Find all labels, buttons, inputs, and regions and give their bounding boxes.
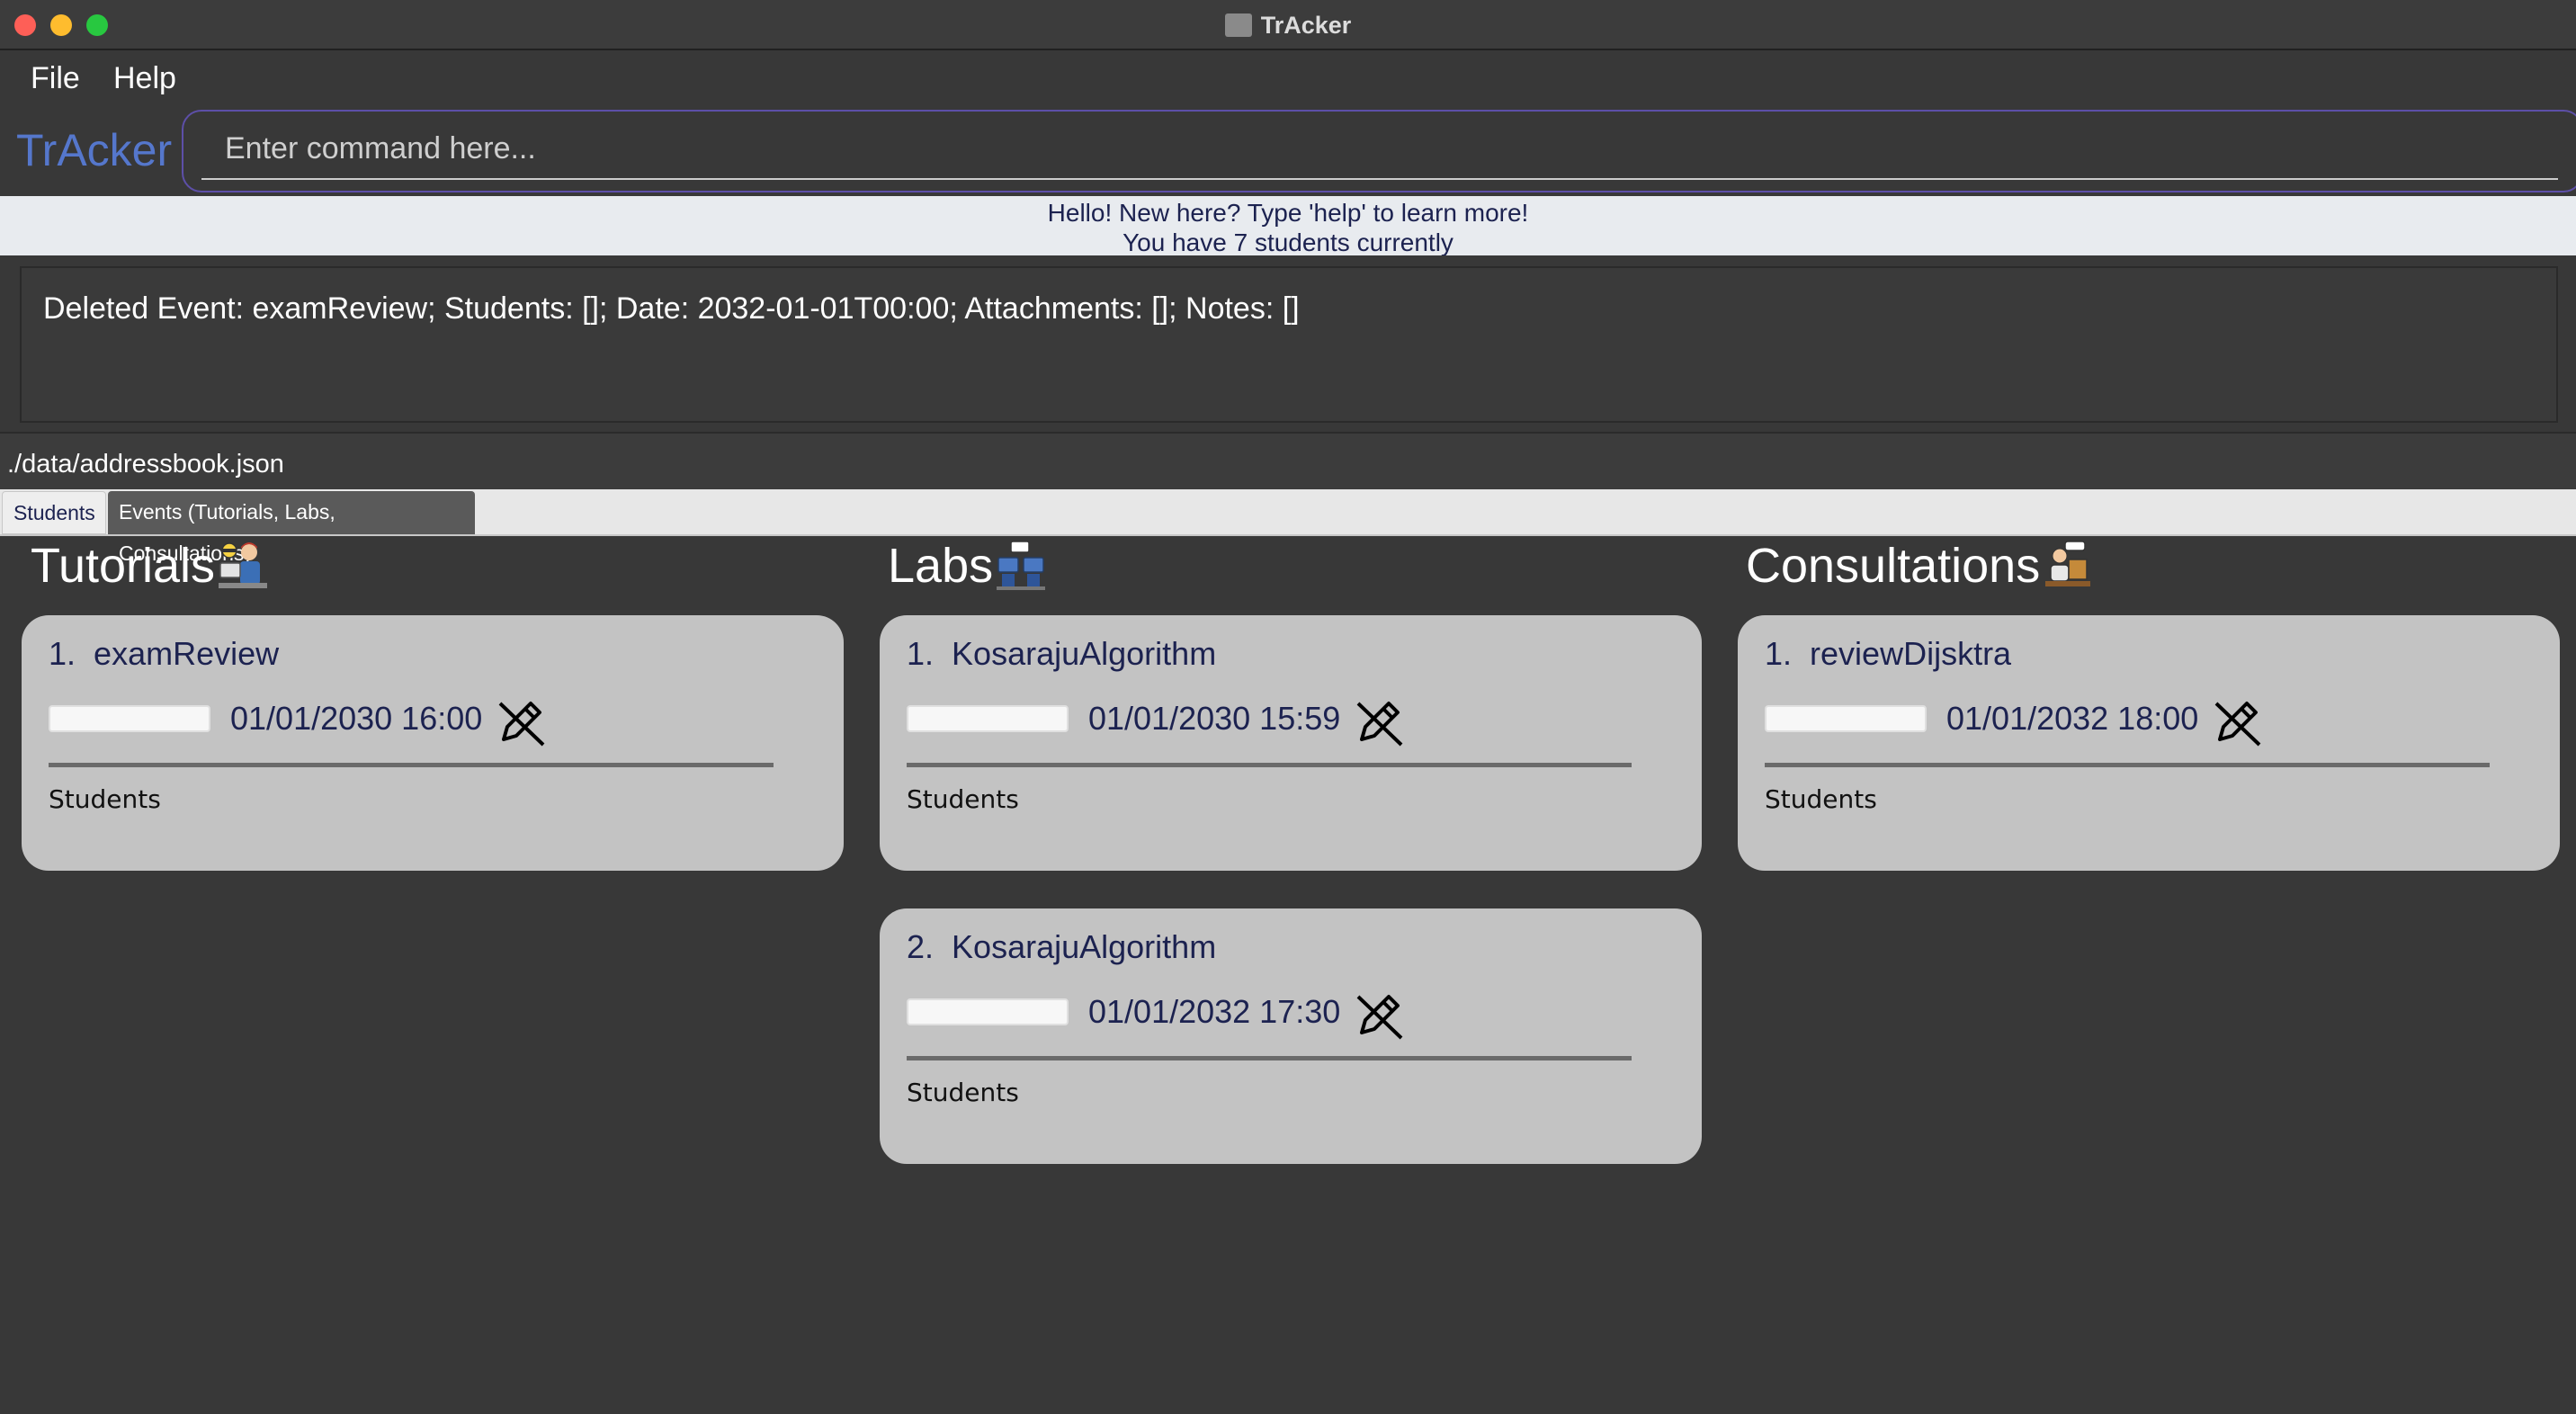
students-label: Students bbox=[49, 784, 161, 814]
consultation-icon bbox=[2042, 540, 2094, 592]
menu-bar: File Help bbox=[0, 52, 2576, 106]
event-progress-bar bbox=[1765, 705, 1927, 732]
card-divider bbox=[1765, 763, 2490, 767]
lab-card[interactable]: 1. KosarajuAlgorithm 01/01/2030 15:59 St… bbox=[880, 615, 1702, 871]
students-label: Students bbox=[907, 1078, 1019, 1107]
students-label: Students bbox=[907, 784, 1019, 814]
teacher-icon bbox=[217, 540, 269, 592]
edit-icon[interactable] bbox=[1351, 693, 1409, 750]
event-name: 1. KosarajuAlgorithm bbox=[907, 635, 1217, 672]
command-row: TrAcker bbox=[0, 106, 2576, 196]
labs-heading: Labs bbox=[888, 538, 1047, 594]
event-progress-bar bbox=[49, 705, 210, 732]
edit-icon[interactable] bbox=[2209, 693, 2267, 750]
edit-icon[interactable] bbox=[1351, 986, 1409, 1043]
card-divider bbox=[907, 1056, 1632, 1060]
event-name: 1. examReview bbox=[49, 635, 280, 672]
card-divider bbox=[49, 763, 774, 767]
window-title-group: TrAcker bbox=[0, 0, 2576, 50]
tutorials-title: Tutorials bbox=[31, 539, 216, 593]
students-label: Students bbox=[1765, 784, 1877, 814]
result-text: Deleted Event: examReview; Students: [];… bbox=[43, 291, 1300, 326]
command-input[interactable] bbox=[201, 119, 2558, 180]
card-divider bbox=[907, 763, 1632, 767]
event-progress-bar bbox=[907, 998, 1069, 1025]
result-panel: Deleted Event: examReview; Students: [];… bbox=[0, 255, 2576, 432]
status-bar: ./data/addressbook.json bbox=[0, 432, 2576, 489]
menu-file[interactable]: File bbox=[31, 61, 80, 96]
tutorials-heading: Tutorials bbox=[31, 538, 269, 594]
title-bar: TrAcker bbox=[0, 0, 2576, 50]
result-display[interactable]: Deleted Event: examReview; Students: [];… bbox=[20, 266, 2558, 423]
event-progress-bar bbox=[907, 705, 1069, 732]
consultation-card[interactable]: 1. reviewDijsktra 01/01/2032 18:00 Stude… bbox=[1738, 615, 2560, 871]
app-icon bbox=[1224, 13, 1252, 37]
welcome-banner: Hello! New here? Type 'help' to learn mo… bbox=[0, 196, 2576, 256]
tab-students[interactable]: Students bbox=[2, 491, 106, 534]
data-file-path: ./data/addressbook.json bbox=[7, 450, 284, 479]
menu-help[interactable]: Help bbox=[113, 61, 176, 96]
lab-icon bbox=[995, 540, 1047, 592]
consultations-title: Consultations bbox=[1746, 539, 2041, 593]
event-date: 01/01/2030 16:00 bbox=[230, 700, 483, 737]
window-title: TrAcker bbox=[1260, 11, 1352, 39]
brand-label: TrAcker bbox=[16, 125, 173, 175]
tutorial-card[interactable]: 1. examReview 01/01/2030 16:00 Students bbox=[22, 615, 844, 871]
event-date: 01/01/2030 15:59 bbox=[1088, 700, 1341, 737]
labs-title: Labs bbox=[888, 539, 994, 593]
event-name: 1. reviewDijsktra bbox=[1765, 635, 2012, 672]
command-box bbox=[182, 110, 2576, 192]
tab-bar: Students Events (Tutorials, Labs, Consul… bbox=[0, 489, 2576, 565]
lab-card[interactable]: 2. KosarajuAlgorithm 01/01/2032 17:30 St… bbox=[880, 908, 1702, 1164]
tab-events[interactable]: Events (Tutorials, Labs, Consultations) bbox=[108, 491, 475, 565]
welcome-line-1: Hello! New here? Type 'help' to learn mo… bbox=[1047, 199, 1529, 227]
event-name: 2. KosarajuAlgorithm bbox=[907, 928, 1217, 965]
event-date: 01/01/2032 18:00 bbox=[1946, 700, 2199, 737]
welcome-line-2: You have 7 students currently bbox=[1123, 228, 1453, 256]
edit-icon[interactable] bbox=[493, 693, 550, 750]
consultations-heading: Consultations bbox=[1746, 538, 2094, 594]
event-date: 01/01/2032 17:30 bbox=[1088, 993, 1341, 1030]
